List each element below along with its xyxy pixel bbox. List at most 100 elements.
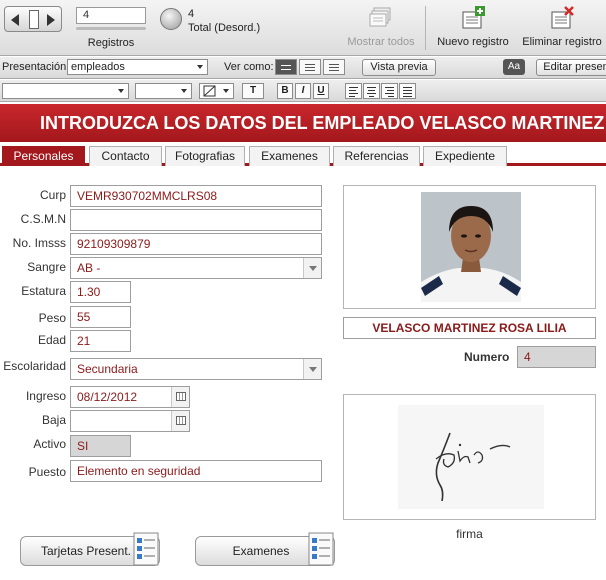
chevron-down-icon	[197, 65, 203, 69]
numero-field[interactable]: 4	[517, 346, 596, 368]
chevron-down-icon	[303, 258, 321, 278]
new-record-label: Nuevo registro	[437, 36, 509, 48]
align-center-button[interactable]	[363, 83, 380, 99]
sangre-value: AB -	[77, 261, 101, 275]
employee-form: Curp VEMR930702MMCLRS08 C.S.M.N No. Imss…	[0, 169, 606, 580]
layout-select[interactable]: empleados	[67, 59, 208, 75]
document-list-icon	[308, 532, 334, 566]
current-record-field[interactable]: 4	[76, 7, 146, 24]
activo-field[interactable]: SI	[70, 435, 131, 457]
employee-photo[interactable]	[421, 192, 521, 302]
show-all-icon	[368, 6, 394, 30]
tab-contacto[interactable]: Contacto	[89, 146, 162, 166]
tab-personales[interactable]: Personales	[2, 146, 85, 166]
tab-examenes[interactable]: Examenes	[249, 146, 330, 166]
preview-button[interactable]: Vista previa	[362, 59, 436, 76]
csmn-field[interactable]	[70, 209, 322, 231]
estatura-label: Estatura	[21, 284, 66, 298]
curp-field[interactable]: VEMR930702MMCLRS08	[70, 185, 322, 207]
sangre-label: Sangre	[27, 260, 66, 274]
tarjetas-present-button[interactable]: Tarjetas Present.	[20, 532, 160, 566]
edad-label: Edad	[37, 333, 66, 347]
record-slider[interactable]	[76, 27, 146, 30]
chevron-down-icon	[181, 89, 187, 93]
show-all-button[interactable]: Mostrar todos	[342, 6, 420, 48]
sangre-dropdown[interactable]: AB -	[70, 257, 322, 279]
layout-label: Presentación:	[2, 61, 70, 73]
employee-full-name: VELASCO MARTINEZ ROSA LILIA	[343, 317, 596, 339]
status-toolbar: 4 Registros 4 Total (Desord.) Mostrar to…	[0, 0, 606, 56]
justify-button[interactable]	[399, 83, 416, 99]
edit-layout-button[interactable]: Editar presen	[536, 59, 606, 76]
calendar-icon[interactable]	[171, 387, 189, 407]
total-records-count: 4	[188, 8, 195, 20]
puesto-label: Puesto	[28, 465, 66, 479]
delete-record-icon	[549, 6, 575, 30]
ingreso-date-field[interactable]: 08/12/2012	[70, 386, 190, 408]
italic-button[interactable]: I	[295, 83, 311, 99]
bold-button[interactable]: B	[277, 83, 293, 99]
employee-photo-frame	[343, 185, 596, 309]
csmn-label: C.S.M.N	[20, 212, 66, 226]
peso-label: Peso	[38, 311, 66, 325]
previous-record-icon[interactable]	[11, 14, 19, 26]
chevron-down-icon	[118, 89, 124, 93]
underline-button[interactable]: U	[313, 83, 329, 99]
delete-record-label: Eliminar registro	[522, 36, 602, 48]
view-as-label: Ver como:	[224, 61, 274, 73]
record-book-navigator[interactable]	[4, 6, 62, 32]
records-label: Registros	[87, 37, 135, 49]
examenes-button[interactable]: Examenes	[195, 532, 335, 566]
ingreso-label: Ingreso	[25, 389, 66, 403]
estatura-field[interactable]: 1.30	[70, 281, 131, 303]
text-style-button[interactable]: T	[242, 83, 264, 99]
signature-label: firma	[456, 527, 483, 541]
fill-color-select[interactable]	[199, 83, 234, 99]
imss-field[interactable]: 92109309879	[70, 233, 322, 255]
new-record-button[interactable]: Nuevo registro	[432, 6, 514, 48]
toolbar-separator	[425, 6, 426, 50]
numero-label: Numero	[464, 350, 510, 364]
edad-field[interactable]: 21	[70, 330, 131, 352]
tab-bar: Personales Contacto Fotografias Examenes…	[0, 146, 606, 166]
tab-expediente[interactable]: Expediente	[423, 146, 507, 166]
signature-image[interactable]	[398, 405, 544, 509]
imss-label: No. Imsss	[12, 236, 66, 250]
calendar-icon[interactable]	[171, 411, 189, 431]
baja-label: Baja	[41, 413, 66, 427]
font-select[interactable]	[2, 83, 129, 99]
page-title: INTRODUZCA LOS DATOS DEL EMPLEADO VELASC…	[40, 113, 605, 133]
delete-record-button[interactable]: Eliminar registro	[518, 6, 606, 48]
formatting-bar: T B I U	[0, 80, 606, 102]
tab-referencias[interactable]: Referencias	[333, 146, 420, 166]
curp-label: Curp	[39, 188, 66, 202]
view-as-form-button[interactable]	[275, 59, 297, 75]
escolaridad-value: Secundaria	[77, 362, 138, 376]
signature-frame	[343, 394, 596, 520]
form-header: INTRODUZCA LOS DATOS DEL EMPLEADO VELASC…	[0, 104, 606, 142]
chevron-down-icon	[223, 89, 229, 93]
baja-date-field[interactable]	[70, 410, 190, 432]
layout-bar: Presentación: empleados Ver como: Vista …	[0, 57, 606, 79]
found-set-pie-icon	[160, 8, 182, 30]
show-all-label: Mostrar todos	[347, 36, 415, 48]
book-icon	[29, 10, 39, 29]
puesto-field[interactable]: Elemento en seguridad	[70, 460, 322, 482]
ingreso-value: 08/12/2012	[77, 390, 138, 404]
new-record-icon	[460, 6, 486, 30]
total-records-state: Total (Desord.)	[188, 22, 261, 34]
align-right-button[interactable]	[381, 83, 398, 99]
tab-fotografias[interactable]: Fotografias	[165, 146, 245, 166]
fill-color-icon	[203, 85, 216, 97]
chevron-down-icon	[303, 359, 321, 379]
view-as-list-button[interactable]	[299, 59, 321, 75]
escolaridad-label: Escolaridad	[3, 359, 66, 373]
next-record-icon[interactable]	[47, 14, 55, 26]
view-as-table-button[interactable]	[323, 59, 345, 75]
align-left-button[interactable]	[345, 83, 362, 99]
layout-select-value: empleados	[71, 61, 125, 73]
font-size-select[interactable]	[135, 83, 192, 99]
peso-field[interactable]: 55	[70, 306, 131, 328]
formatting-bar-toggle[interactable]: Aa	[503, 59, 525, 75]
escolaridad-dropdown[interactable]: Secundaria	[70, 358, 322, 380]
